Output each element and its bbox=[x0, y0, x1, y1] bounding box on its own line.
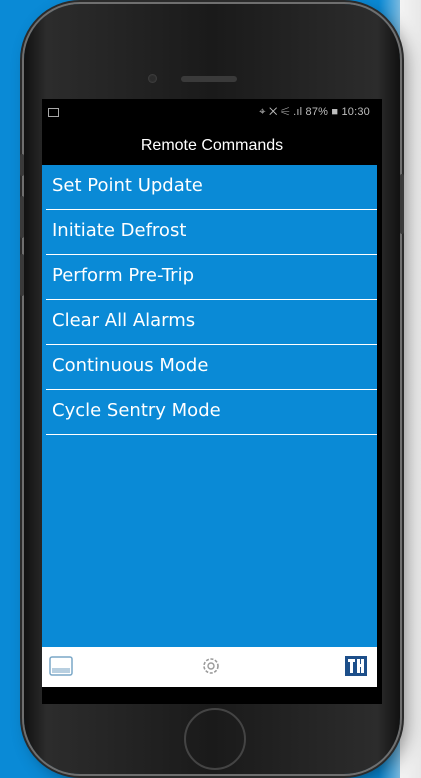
volume-button-top bbox=[20, 154, 24, 176]
wifi-icon: ✕ bbox=[268, 106, 278, 118]
phone-frame: ⌖ ✕ ⚟ .ıl 87% ■ 10:30 Remote Commands Se… bbox=[20, 4, 404, 774]
signal-icon: ⚟ .ıl bbox=[280, 106, 303, 118]
volume-button-up bbox=[20, 196, 24, 238]
menu-item-cycle-sentry-mode[interactable]: Cycle Sentry Mode bbox=[46, 390, 377, 435]
volume-button-down bbox=[20, 254, 24, 296]
image-notification-icon bbox=[48, 108, 59, 117]
front-camera bbox=[148, 74, 157, 83]
status-bar: ⌖ ✕ ⚟ .ıl 87% ■ 10:30 bbox=[42, 99, 382, 127]
location-icon: ⌖ bbox=[259, 106, 266, 118]
earpiece-speaker bbox=[181, 76, 237, 82]
menu-item-set-point-update[interactable]: Set Point Update bbox=[46, 165, 377, 210]
status-indicators: ⌖ ✕ ⚟ .ıl 87% ■ 10:30 bbox=[259, 106, 370, 119]
page-title: Remote Commands bbox=[140, 137, 284, 154]
bottom-tab-bar bbox=[42, 647, 377, 687]
tab-settings[interactable] bbox=[198, 653, 224, 679]
menu-item-continuous-mode[interactable]: Continuous Mode bbox=[46, 345, 377, 390]
display-icon bbox=[49, 656, 73, 676]
home-button[interactable] bbox=[184, 708, 246, 770]
power-button bbox=[400, 174, 404, 234]
tab-unit[interactable] bbox=[342, 653, 370, 679]
phone-screen: ⌖ ✕ ⚟ .ıl 87% ■ 10:30 Remote Commands Se… bbox=[42, 99, 382, 704]
menu-item-clear-all-alarms[interactable]: Clear All Alarms bbox=[46, 300, 377, 345]
remote-commands-list: Set Point Update Initiate Defrost Perfor… bbox=[42, 165, 377, 647]
menu-item-perform-pre-trip[interactable]: Perform Pre-Trip bbox=[46, 255, 377, 300]
thermo-logo-icon bbox=[345, 656, 367, 676]
gear-icon bbox=[203, 658, 219, 674]
menu-item-initiate-defrost[interactable]: Initiate Defrost bbox=[46, 210, 377, 255]
tab-dashboard[interactable] bbox=[48, 653, 74, 679]
status-text: 87% ■ 10:30 bbox=[305, 106, 370, 118]
